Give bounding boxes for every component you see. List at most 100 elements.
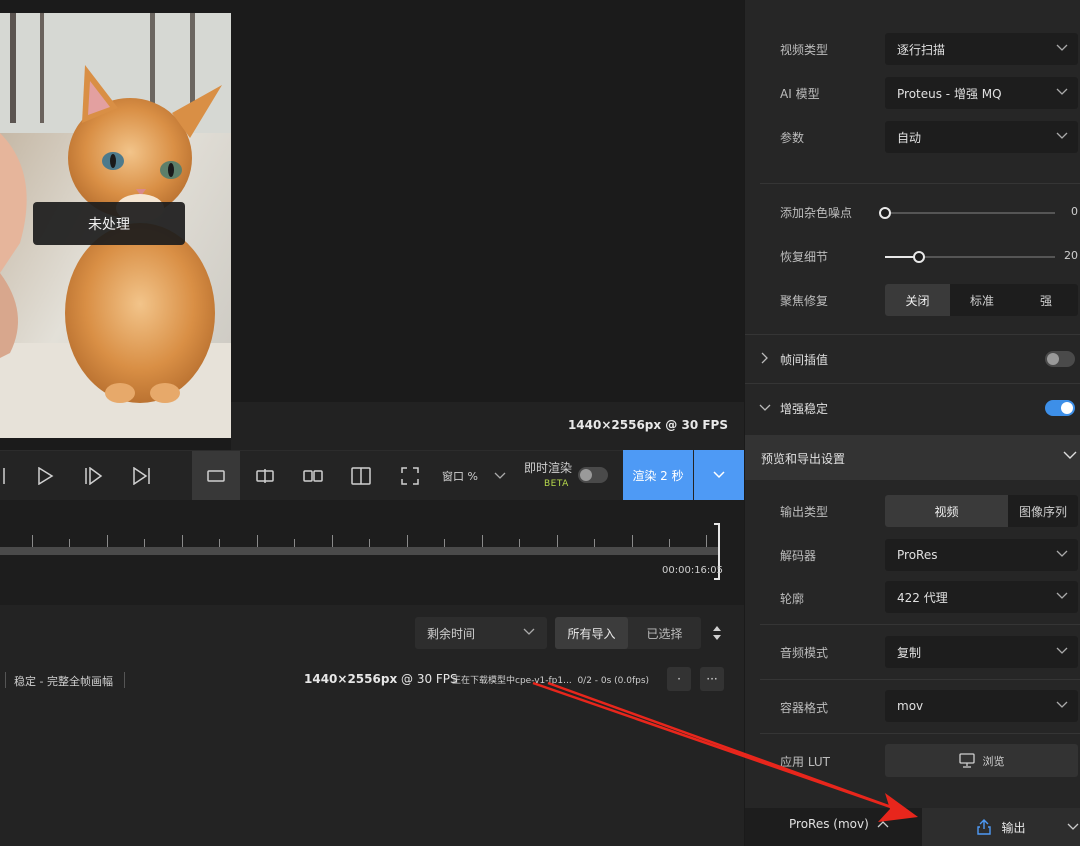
profile-select[interactable]: 422 代理 — [885, 581, 1078, 613]
chevron-down-icon — [1056, 88, 1068, 95]
next-frame-icon — [85, 467, 103, 485]
timeline-tick — [519, 539, 520, 547]
stabilize-section[interactable]: 增强稳定 — [745, 384, 1080, 432]
timeline-tick — [257, 535, 258, 547]
job-preview-button[interactable]: · — [667, 667, 691, 691]
audio-mode-label: 音频模式 — [780, 646, 829, 660]
timeline-tick — [332, 535, 333, 547]
focus-fix-standard[interactable]: 标准 — [950, 284, 1014, 316]
recover-detail-label: 恢复细节 — [780, 250, 829, 264]
slider-knob[interactable] — [913, 251, 925, 263]
timeline-tick — [557, 535, 558, 547]
job-description: 稳定 - 完整全帧画幅 — [14, 675, 113, 688]
timeline-tick — [669, 539, 670, 547]
timeline-tick — [407, 535, 408, 547]
chevron-down-icon — [1056, 132, 1068, 139]
side-by-side-button[interactable] — [289, 451, 337, 501]
chevron-down-icon — [1056, 592, 1068, 599]
monitor-icon — [958, 753, 975, 768]
video-type-label: 视频类型 — [780, 43, 829, 57]
timeline-tick — [219, 539, 220, 547]
render-button[interactable]: 渲染 2 秒 — [623, 450, 693, 500]
container-label: 容器格式 — [780, 701, 829, 715]
chevron-right-icon — [761, 352, 768, 364]
resolution-info: 1440×2556px @ 30 FPS — [567, 418, 728, 432]
frame-interp-toggle[interactable] — [1045, 351, 1075, 367]
fullscreen-button[interactable] — [386, 451, 434, 501]
chevron-down-icon — [759, 404, 771, 411]
timeline-tick — [32, 535, 33, 547]
split-view-button[interactable] — [241, 451, 289, 501]
chevron-down-icon — [1063, 451, 1077, 459]
compare-ab-button[interactable] — [337, 451, 385, 501]
chevron-down-icon — [713, 471, 725, 479]
timeline-tick — [294, 539, 295, 547]
chevron-down-icon — [1056, 647, 1068, 654]
export-button[interactable]: 输出 — [922, 808, 1080, 846]
focus-fix-off[interactable]: 关闭 — [885, 284, 950, 316]
beta-badge: BETA — [544, 479, 569, 489]
recover-detail-slider[interactable] — [885, 251, 1055, 263]
zoom-select[interactable]: 窗口 % — [442, 451, 506, 501]
timeline-tick — [594, 539, 595, 547]
queue-filter: 所有导入 已选择 — [555, 617, 701, 649]
add-noise-label: 添加杂色噪点 — [780, 206, 853, 220]
frame-interp-section[interactable]: 帧间插值 — [745, 335, 1080, 383]
encoder-label: 解码器 — [780, 549, 817, 563]
instant-render-label: 即时渲染 — [524, 461, 573, 475]
audio-mode-select[interactable]: 复制 — [885, 636, 1078, 668]
params-select[interactable]: 自动 — [885, 121, 1078, 153]
lut-browse-button[interactable]: 浏览 — [885, 744, 1078, 777]
play-icon — [38, 467, 54, 485]
focus-fix-strong[interactable]: 强 — [1014, 284, 1078, 316]
encoder-select[interactable]: ProRes — [885, 539, 1078, 571]
chevron-up-icon — [877, 821, 889, 828]
output-type-image-seq[interactable]: 图像序列 — [1008, 495, 1078, 527]
queue-job-row[interactable]: 稳定 - 完整全帧画幅 1440×2556px @ 30 FPS 正在下载模型中… — [0, 666, 744, 694]
ai-model-label: AI 模型 — [780, 87, 820, 101]
add-noise-slider[interactable] — [879, 207, 1055, 219]
fullscreen-icon — [401, 467, 419, 485]
skip-end-button[interactable] — [124, 451, 160, 501]
stabilize-toggle[interactable] — [1045, 400, 1075, 416]
timeline[interactable] — [0, 500, 744, 605]
share-icon — [977, 819, 992, 835]
timeline-tick — [632, 535, 633, 547]
timeline-tick — [144, 539, 145, 547]
sort-order-icon[interactable] — [711, 624, 723, 646]
job-more-button[interactable]: ··· — [700, 667, 724, 691]
job-resolution: 1440×2556px @ 30 FPS — [304, 672, 458, 686]
timeline-track[interactable] — [0, 547, 718, 555]
output-type-segmented: 视频 图像序列 — [885, 495, 1078, 527]
chevron-down-icon — [1056, 550, 1068, 557]
slider-knob[interactable] — [879, 207, 891, 219]
export-settings-header[interactable]: 预览和导出设置 — [745, 435, 1080, 480]
single-view-button[interactable] — [192, 451, 240, 501]
timeline-tick — [369, 539, 370, 547]
play-button[interactable] — [28, 451, 62, 501]
container-select[interactable]: mov — [885, 690, 1078, 722]
output-type-video[interactable]: 视频 — [885, 495, 1008, 527]
codec-summary[interactable]: ProRes (mov) — [789, 817, 889, 831]
filter-selected[interactable]: 已选择 — [628, 617, 701, 649]
next-frame-button[interactable] — [76, 451, 110, 501]
ai-model-select[interactable]: Proteus - 增强 MQ — [885, 77, 1078, 109]
output-type-label: 输出类型 — [780, 505, 829, 519]
add-noise-value: 0 — [1071, 205, 1078, 218]
chevron-down-icon — [1056, 701, 1068, 708]
pause-icon[interactable] — [0, 451, 12, 501]
timeline-tick — [107, 535, 108, 547]
filter-all-imports[interactable]: 所有导入 — [555, 617, 628, 649]
video-type-select[interactable]: 逐行扫描 — [885, 33, 1078, 65]
render-options-button[interactable] — [694, 450, 744, 500]
side-by-side-icon — [303, 470, 323, 482]
sort-select[interactable]: 剩余时间 — [415, 617, 547, 649]
params-label: 参数 — [780, 131, 805, 145]
timeline-tick — [706, 535, 707, 547]
chevron-down-icon — [1056, 44, 1068, 51]
unprocessed-label: 未处理 — [33, 202, 185, 245]
instant-render-toggle[interactable] — [578, 467, 608, 483]
job-status: 正在下载模型中cpe-v1-fp1... 0/2 - 0s (0.0fps) — [452, 676, 650, 686]
timeline-end-time: 00:00:16:05 — [662, 565, 724, 576]
timeline-tick — [482, 535, 483, 547]
